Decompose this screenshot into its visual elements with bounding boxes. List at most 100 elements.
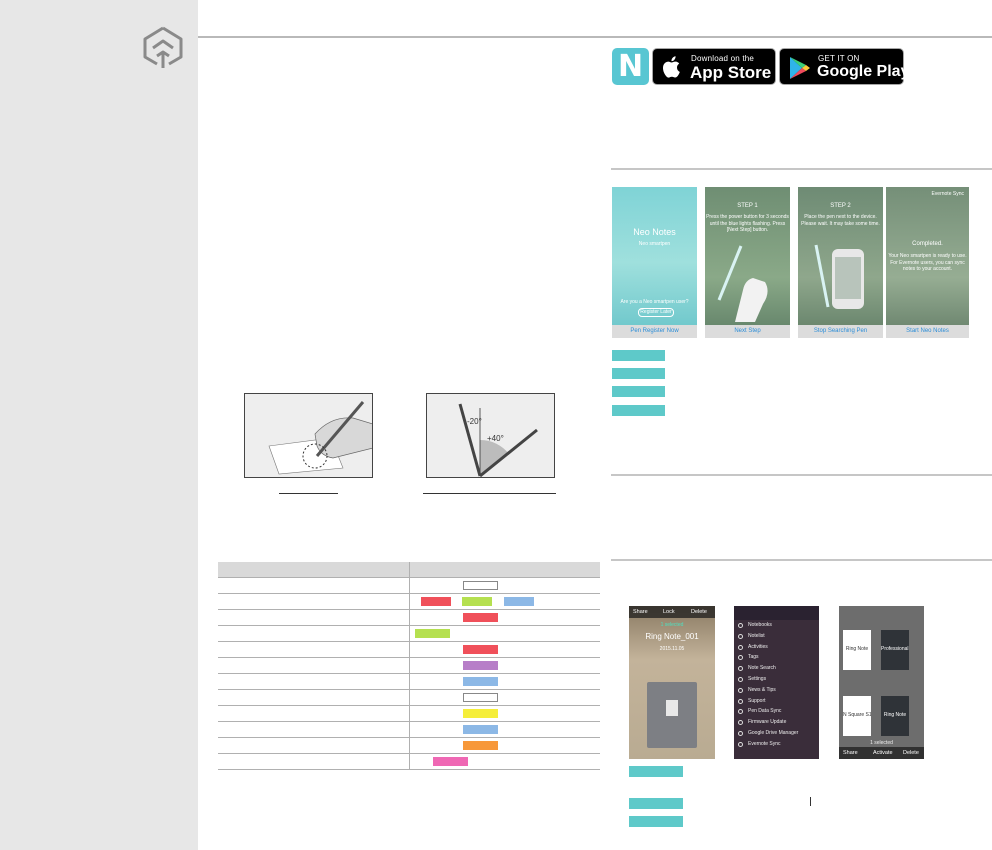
share-button[interactable]: Share (633, 606, 648, 618)
start-neo-notes-button[interactable]: Start Neo Notes (886, 325, 969, 338)
section-divider (611, 474, 992, 476)
app-store-small-text: Download on the (691, 54, 755, 63)
angle-diagram-icon: -20° +40° (458, 403, 538, 478)
google-play-small-text: GET IT ON (818, 54, 860, 63)
notebook-view-screen: Share Lock Delete 1 selected Ring Note_0… (629, 606, 715, 759)
setup-screen-step1: STEP 1 Press the power button for 3 seco… (705, 187, 790, 338)
table-row (218, 673, 600, 690)
stop-searching-pen-button[interactable]: Stop Searching Pen (798, 325, 883, 338)
led-color-swatch (463, 709, 498, 718)
menu-item[interactable]: Pen Data Sync (748, 708, 781, 714)
notebook-grid-screen: Ring Note Professional Note N Square S1 … (839, 606, 924, 759)
lock-button[interactable]: Lock (663, 606, 675, 618)
register-later-button[interactable]: Register Later (638, 308, 674, 317)
pen-register-now-button[interactable]: Pen Register Now (612, 325, 697, 338)
led-color-swatch (463, 693, 498, 702)
menu-item[interactable]: Evernote Sync (748, 741, 781, 747)
menu-screen: Notebooks Notelist Activities Tags Note Sear… (734, 606, 819, 759)
menu-item[interactable]: Note Search (748, 665, 776, 671)
grid-tile-label: N Square S1 (843, 712, 871, 718)
menu-item-icon (738, 644, 743, 650)
table-row (218, 705, 600, 722)
table-cell-label (218, 657, 410, 674)
notebook-date: 2015.11.05 (659, 646, 685, 652)
menu-item[interactable]: Google Drive Manager (748, 730, 798, 736)
grid-tile-label: Ring Note (883, 712, 907, 718)
menu-item[interactable]: Activities (748, 644, 768, 650)
neo-notes-app-icon[interactable]: N (612, 48, 649, 85)
menu-item[interactable]: Firmware Update (748, 719, 786, 725)
table-row (218, 721, 600, 738)
pen-near-phone-icon (814, 244, 864, 309)
pen-writing-illustration (244, 393, 374, 478)
app-store-big-text: App Store (690, 63, 772, 82)
table-cell-color (409, 641, 600, 658)
grid-share-button[interactable]: Share (843, 747, 858, 759)
led-color-swatch (463, 661, 498, 670)
led-color-swatch (463, 581, 498, 590)
grid-tile[interactable]: N Square S1 (843, 696, 871, 736)
led-color-swatch (415, 629, 450, 638)
menu-item-icon (738, 720, 743, 726)
grid-tile-label: Ring Note (845, 646, 869, 652)
grid-tile[interactable]: Ring Note (843, 630, 871, 670)
neo-smartpen-subtitle: Neo smartpen (638, 241, 671, 247)
grid-selected-count: 1 selected (870, 740, 893, 746)
table-cell-color (409, 609, 600, 626)
label-chip (612, 350, 665, 361)
menu-item[interactable]: Support (748, 698, 766, 704)
caption-underline (423, 493, 556, 494)
led-color-swatch (433, 757, 468, 766)
table-cell-label (218, 625, 410, 642)
table-row (218, 593, 600, 610)
notebook-title: Ring Note_001 (645, 632, 699, 641)
label-chip (612, 368, 665, 379)
completed-note: Your Neo smartpen is ready to use. For E… (888, 253, 967, 272)
google-play-badge[interactable]: GET IT ON Google Play (779, 48, 909, 85)
table-cell-color (409, 689, 600, 706)
table-row (218, 625, 600, 642)
caption-underline (279, 493, 338, 494)
menu-item-icon (738, 655, 743, 661)
table-row (218, 737, 600, 754)
menu-item[interactable]: Notelist (748, 633, 765, 639)
led-color-swatch (463, 677, 498, 686)
table-row (218, 657, 600, 674)
setup-screen-step2: STEP 2 Place the pen next to the device.… (798, 187, 883, 338)
table-cell-label (218, 609, 410, 626)
led-color-table (218, 562, 600, 770)
evernote-sync-label[interactable]: Evernote Sync (886, 191, 964, 198)
grid-tile[interactable]: Ring Note (881, 696, 909, 736)
grid-delete-button[interactable]: Delete (903, 747, 919, 759)
label-chip (629, 798, 683, 809)
led-color-swatch (463, 613, 498, 622)
led-color-swatch (421, 597, 451, 606)
neo-badge-letter: N (617, 48, 644, 84)
app-store-badge[interactable]: Download on the App Store (652, 48, 776, 85)
label-chip (612, 386, 665, 397)
grid-toolbar: Share Activate Delete (839, 747, 924, 759)
top-divider (198, 36, 992, 38)
menu-item[interactable]: Notebooks (748, 622, 772, 628)
label-chip (629, 816, 683, 827)
grid-activate-button[interactable]: Activate (873, 747, 893, 759)
led-color-swatch (463, 725, 498, 734)
google-play-icon (790, 57, 810, 79)
delete-button[interactable]: Delete (691, 606, 707, 618)
led-color-swatch (463, 645, 498, 654)
menu-item-icon (738, 666, 743, 672)
table-row (218, 753, 600, 770)
menu-item[interactable]: Settings (748, 676, 766, 682)
hand-holding-pen-icon (717, 245, 768, 322)
notebook-cover[interactable] (647, 682, 697, 748)
step1-note: Press the power button for 3 seconds unt… (706, 214, 789, 233)
table-cell-color (409, 721, 600, 738)
next-step-button[interactable]: Next Step (705, 325, 790, 338)
text-cursor (810, 797, 811, 806)
menu-item[interactable]: Tags (748, 654, 759, 660)
label-chip (629, 766, 683, 777)
table-cell-label (218, 705, 410, 722)
menu-item-icon (738, 741, 743, 747)
grid-tile[interactable]: Professional Note (881, 630, 909, 670)
menu-item[interactable]: News & Tips (748, 687, 776, 693)
